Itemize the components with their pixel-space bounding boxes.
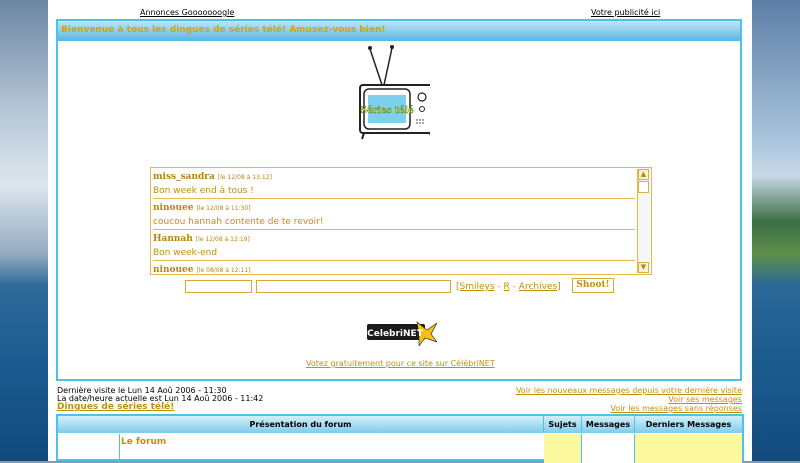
new-messages-link[interactable]: Voir les nouveaux messages depuis votre … xyxy=(516,386,742,395)
chat-date: [le 12/08 à 13:12] xyxy=(217,174,272,181)
category-title[interactable]: Le forum xyxy=(121,437,166,447)
background-right xyxy=(752,0,800,461)
scroll-down-icon[interactable]: ▼ xyxy=(638,262,649,273)
tv-logo: Séries télé xyxy=(359,45,430,140)
archives-link[interactable]: Archives xyxy=(519,282,557,292)
vote-link[interactable]: Votez gratuitement pour ce site sur Célé… xyxy=(306,359,495,368)
chat-message-input[interactable] xyxy=(256,280,451,293)
chatbox: miss_sandra [le 12/08 à 13:12] Bon week e… xyxy=(150,167,652,275)
chat-username[interactable]: ninouee xyxy=(153,265,194,274)
header-derniers: Derniers Messages xyxy=(635,416,742,433)
chat-name-input[interactable] xyxy=(185,280,252,293)
scroll-thumb[interactable] xyxy=(638,181,649,193)
background-left xyxy=(0,0,48,461)
chat-message: Hannah [le 12/08 à 12:19] Bon week-end xyxy=(153,230,635,261)
annonces-link[interactable]: Annonces Gooooooogle xyxy=(140,8,234,17)
shoot-button[interactable]: Shoot! xyxy=(572,278,614,293)
unanswered-link[interactable]: Voir les messages sans réponses xyxy=(610,404,742,413)
chat-username[interactable]: ninouee xyxy=(153,203,194,213)
chat-message: ninouee [le 08/08 à 12:11] xyxy=(153,261,635,274)
chat-username[interactable]: miss_sandra xyxy=(153,172,215,182)
chat-text: coucou hannah contente de te revoir! xyxy=(153,217,324,227)
celebrinet-logo[interactable]: CelebriNET xyxy=(367,320,437,346)
scroll-up-icon[interactable]: ▲ xyxy=(638,169,649,180)
cell-sujets xyxy=(544,434,582,463)
chat-username[interactable]: Hannah xyxy=(153,234,193,244)
smileys-link[interactable]: Smileys xyxy=(460,282,495,292)
chat-date: [le 08/08 à 12:11] xyxy=(196,267,251,274)
chat-message: ninouee [le 12/08 à 11:30] coucou hannah … xyxy=(153,199,635,230)
chat-scrollbar[interactable]: ▲ ▼ xyxy=(637,169,650,273)
chat-links: [Smileys - R - Archives] xyxy=(456,282,561,292)
header-messages: Messages xyxy=(582,416,635,433)
tv-screen-text: Séries télé xyxy=(360,105,414,116)
cell-derniers xyxy=(635,434,742,463)
chat-text: Bon week-end xyxy=(153,248,218,258)
welcome-bar: Bienvenue à tous les dingues de séries t… xyxy=(58,21,740,41)
chat-message: miss_sandra [le 12/08 à 13:12] Bon week e… xyxy=(153,168,635,199)
page-content: Annonces Gooooooogle Votre publicité ici… xyxy=(48,0,752,463)
header-sujets: Sujets xyxy=(544,416,582,433)
cell-messages xyxy=(582,434,635,463)
publicite-link[interactable]: Votre publicité ici xyxy=(591,8,660,17)
forum-table: Présentation du forum Sujets Messages De… xyxy=(56,414,744,463)
column-divider xyxy=(119,434,120,463)
forum-name-link[interactable]: Dingues de séries télé! xyxy=(57,402,174,412)
r-link[interactable]: R xyxy=(504,282,510,292)
header-presentation: Présentation du forum xyxy=(58,416,544,433)
chat-date: [le 12/08 à 11:30] xyxy=(196,205,251,212)
own-messages-link[interactable]: Voir ses messages xyxy=(668,395,742,404)
chat-text: Bon week end à tous ! xyxy=(153,186,254,196)
welcome-message: Bienvenue à tous les dingues de séries t… xyxy=(61,25,386,35)
chat-date: [le 12/08 à 12:19] xyxy=(195,236,250,243)
celebrinet-logo-text: CelebriNET xyxy=(367,329,424,339)
welcome-panel: Bienvenue à tous les dingues de séries t… xyxy=(56,19,742,381)
